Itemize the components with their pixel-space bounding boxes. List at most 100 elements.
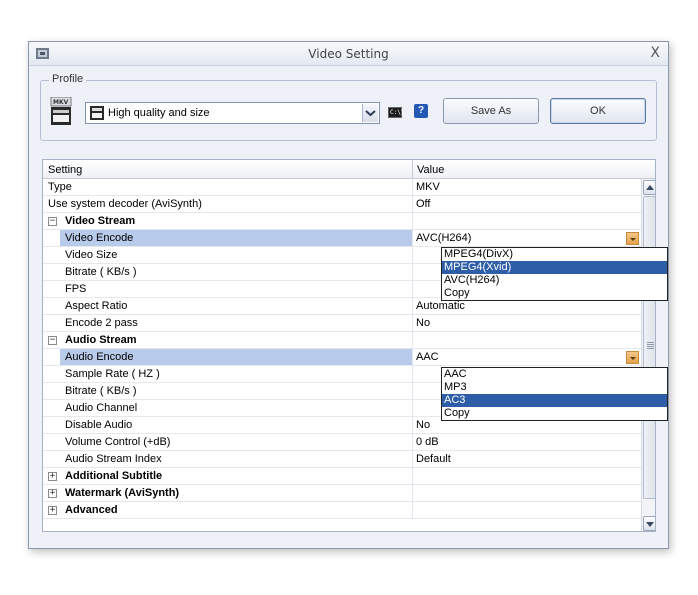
row-value[interactable]: 0 dB	[416, 436, 439, 448]
cell-divider	[412, 400, 413, 417]
cell-divider	[412, 264, 413, 281]
close-icon[interactable]: X	[650, 45, 660, 61]
table-row[interactable]: Audio Encode AAC	[43, 349, 641, 366]
row-label: Encode 2 pass	[65, 317, 138, 329]
expand-icon[interactable]: +	[48, 472, 57, 481]
command-prompt-icon[interactable]: C:\\	[388, 107, 405, 118]
grid-category-row[interactable]: − Video Stream	[43, 213, 641, 230]
row-label: Audio Stream Index	[65, 453, 162, 465]
row-value[interactable]: No	[416, 317, 430, 329]
grid-header: Setting Value	[43, 160, 655, 179]
row-label: Video Stream	[65, 215, 136, 227]
row-label: FPS	[65, 283, 87, 295]
table-row[interactable]: Audio Stream Index Default	[43, 451, 641, 468]
cell-divider	[412, 281, 413, 298]
dropdown-arrow-icon[interactable]	[626, 351, 639, 364]
video-encode-dropdown[interactable]: MPEG4(DivX) MPEG4(Xvid) AVC(H264) Copy	[441, 247, 668, 301]
svg-text:MKV: MKV	[53, 99, 69, 106]
cell-divider	[412, 417, 413, 434]
chevron-down-icon[interactable]	[362, 104, 378, 122]
column-divider[interactable]	[412, 160, 413, 179]
mkv-file-icon: MKV	[50, 97, 72, 125]
audio-encode-option[interactable]: Copy	[442, 407, 667, 420]
cell-divider	[412, 247, 413, 264]
title-bar[interactable]: Video Setting X	[29, 42, 668, 66]
row-value[interactable]: MKV	[416, 181, 440, 193]
cell-divider	[412, 434, 413, 451]
grid-category-row[interactable]: + Additional Subtitle	[43, 468, 641, 485]
grip-icon	[647, 342, 654, 349]
row-label: Watermark (AviSynth)	[65, 487, 180, 499]
scroll-down-icon[interactable]	[643, 516, 655, 531]
row-label: Volume Control (+dB)	[65, 436, 171, 448]
table-row[interactable]: Use system decoder (AviSynth) Off	[43, 196, 641, 213]
scroll-up-icon[interactable]	[643, 180, 655, 195]
collapse-icon[interactable]: −	[48, 336, 57, 345]
column-header-setting[interactable]: Setting	[48, 164, 82, 176]
row-value[interactable]: Automatic	[416, 300, 465, 312]
scroll-thumb[interactable]	[643, 196, 655, 499]
cell-divider	[412, 366, 413, 383]
row-value[interactable]: No	[416, 419, 430, 431]
cell-divider	[412, 383, 413, 400]
row-label: Audio Stream	[65, 334, 137, 346]
profile-group: Profile MKV High quality and size C:\\ ?…	[40, 73, 657, 141]
audio-encode-dropdown[interactable]: AAC MP3 AC3 Copy	[441, 367, 668, 421]
row-label: Video Encode	[65, 232, 134, 244]
cell-divider	[412, 332, 413, 349]
row-label: Additional Subtitle	[65, 470, 163, 482]
grid-category-row[interactable]: + Advanced	[43, 502, 641, 519]
profile-combobox[interactable]: High quality and size	[85, 102, 380, 124]
video-encode-option[interactable]: Copy	[442, 287, 667, 300]
ok-button[interactable]: OK	[550, 98, 646, 124]
command-prompt-glyph: C:\\	[390, 109, 405, 116]
row-label: Bitrate ( KB/s )	[65, 266, 137, 278]
collapse-icon[interactable]: −	[48, 217, 57, 226]
audio-encode-option[interactable]: AAC	[442, 368, 667, 381]
row-label: Video Size	[65, 249, 118, 261]
cell-divider	[412, 349, 413, 366]
video-encode-option[interactable]: MPEG4(DivX)	[442, 248, 667, 261]
video-encode-option[interactable]: MPEG4(Xvid)	[442, 261, 667, 274]
table-row[interactable]: Volume Control (+dB) 0 dB	[43, 434, 641, 451]
expand-icon[interactable]: +	[48, 489, 57, 498]
cell-divider	[412, 230, 413, 247]
dropdown-arrow-icon[interactable]	[626, 232, 639, 245]
row-label: Aspect Ratio	[65, 300, 128, 312]
table-row[interactable]: Encode 2 pass No	[43, 315, 641, 332]
row-label: Type	[48, 181, 72, 193]
video-encode-option[interactable]: AVC(H264)	[442, 274, 667, 287]
table-row[interactable]: Type MKV	[43, 179, 641, 196]
cell-divider	[412, 451, 413, 468]
column-header-value[interactable]: Value	[417, 164, 444, 176]
cell-divider	[412, 196, 413, 213]
row-value[interactable]: AAC	[416, 351, 439, 363]
row-label: Use system decoder (AviSynth)	[48, 198, 202, 210]
row-value[interactable]: AVC(H264)	[416, 232, 471, 244]
save-as-button[interactable]: Save As	[443, 98, 539, 124]
profile-legend: Profile	[49, 73, 87, 85]
help-icon[interactable]: ?	[414, 104, 428, 118]
settings-grid: Setting Value Type MKV Use system decoder …	[42, 159, 656, 532]
profile-selected-value: High quality and size	[108, 107, 210, 119]
cell-divider	[412, 315, 413, 332]
row-value[interactable]: Default	[416, 453, 451, 465]
film-icon	[90, 106, 104, 120]
cell-divider	[412, 298, 413, 315]
window-title: Video Setting	[308, 47, 389, 61]
audio-encode-option[interactable]: MP3	[442, 381, 667, 394]
audio-encode-option[interactable]: AC3	[442, 394, 667, 407]
table-row[interactable]: Video Encode AVC(H264)	[43, 230, 641, 247]
expand-icon[interactable]: +	[48, 506, 57, 515]
cell-divider	[412, 485, 413, 502]
grid-category-row[interactable]: − Audio Stream	[43, 332, 641, 349]
cell-divider	[412, 468, 413, 485]
vertical-scrollbar[interactable]	[641, 179, 655, 531]
row-label: Bitrate ( KB/s )	[65, 385, 137, 397]
video-setting-dialog: Video Setting X Profile MKV High quality…	[28, 41, 669, 549]
row-label: Sample Rate ( HZ )	[65, 368, 160, 380]
grid-category-row[interactable]: + Watermark (AviSynth)	[43, 485, 641, 502]
row-label: Audio Channel	[65, 402, 138, 414]
row-value[interactable]: Off	[416, 198, 430, 210]
row-label: Disable Audio	[65, 419, 133, 431]
